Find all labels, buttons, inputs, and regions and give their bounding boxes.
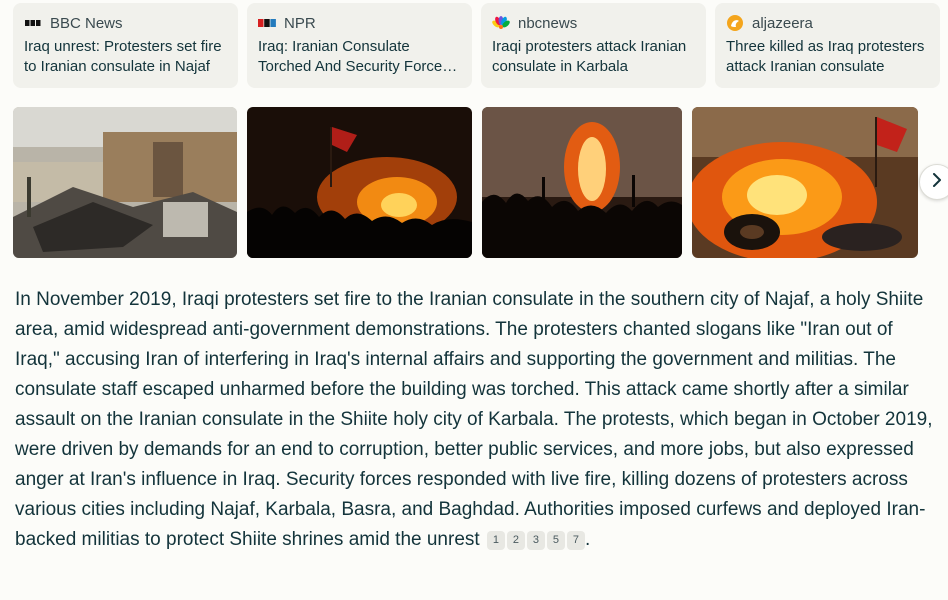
- source-title: Iraqi protesters attack Iranian consulat…: [492, 38, 687, 75]
- image-protesters-silhouettes[interactable]: [482, 107, 682, 258]
- source-card-bbc[interactable]: BBC News Iraq unrest: Protesters set fir…: [13, 3, 238, 88]
- bbc-logo-icon: [24, 14, 42, 32]
- image-carousel: [13, 107, 948, 258]
- source-name: aljazeera: [752, 14, 813, 32]
- citation-badge[interactable]: 7: [566, 531, 585, 550]
- citation-badge[interactable]: 5: [546, 531, 565, 550]
- nbc-peacock-icon: [492, 14, 510, 32]
- carousel-next-button[interactable]: [919, 164, 948, 200]
- chevron-right-icon: [931, 172, 943, 192]
- source-name: BBC News: [50, 14, 123, 32]
- source-title: Iraq unrest: Protesters set fire to Iran…: [24, 38, 222, 75]
- npr-logo-icon: [258, 14, 276, 32]
- image-protesters-fire-flag[interactable]: [247, 107, 472, 258]
- source-name: NPR: [284, 14, 316, 32]
- source-title: Iraq: Iranian Consulate Torched And Secu…: [258, 38, 450, 75]
- answer-text: In November 2019, Iraqi protesters set f…: [15, 289, 933, 550]
- image-burning-tires-flag[interactable]: [692, 107, 918, 258]
- source-name: nbcnews: [518, 14, 578, 32]
- source-title: Three killed as Iraq protesters attack I…: [726, 38, 925, 75]
- source-card-nbcnews[interactable]: nbcnews Iraqi protesters attack Iranian …: [481, 3, 706, 88]
- answer-end: .: [584, 529, 591, 550]
- citation-badge[interactable]: 3: [526, 531, 545, 550]
- source-header: nbcnews: [492, 13, 695, 33]
- source-card-aljazeera[interactable]: aljazeera Three killed as Iraq protester…: [715, 3, 940, 88]
- source-header: BBC News: [24, 13, 227, 33]
- answer-paragraph: In November 2019, Iraqi protesters set f…: [15, 285, 935, 555]
- aljazeera-logo-icon: [726, 14, 744, 32]
- citation-badge[interactable]: 2: [506, 531, 525, 550]
- source-card-npr[interactable]: NPR Iraq: Iranian Consulate Torched And …: [247, 3, 472, 88]
- citation-badge[interactable]: 1: [486, 531, 505, 550]
- source-header: NPR: [258, 13, 461, 33]
- source-header: aljazeera: [726, 13, 929, 33]
- sources-row: BBC News Iraq unrest: Protesters set fir…: [13, 3, 948, 89]
- image-damaged-consulate[interactable]: [13, 107, 237, 258]
